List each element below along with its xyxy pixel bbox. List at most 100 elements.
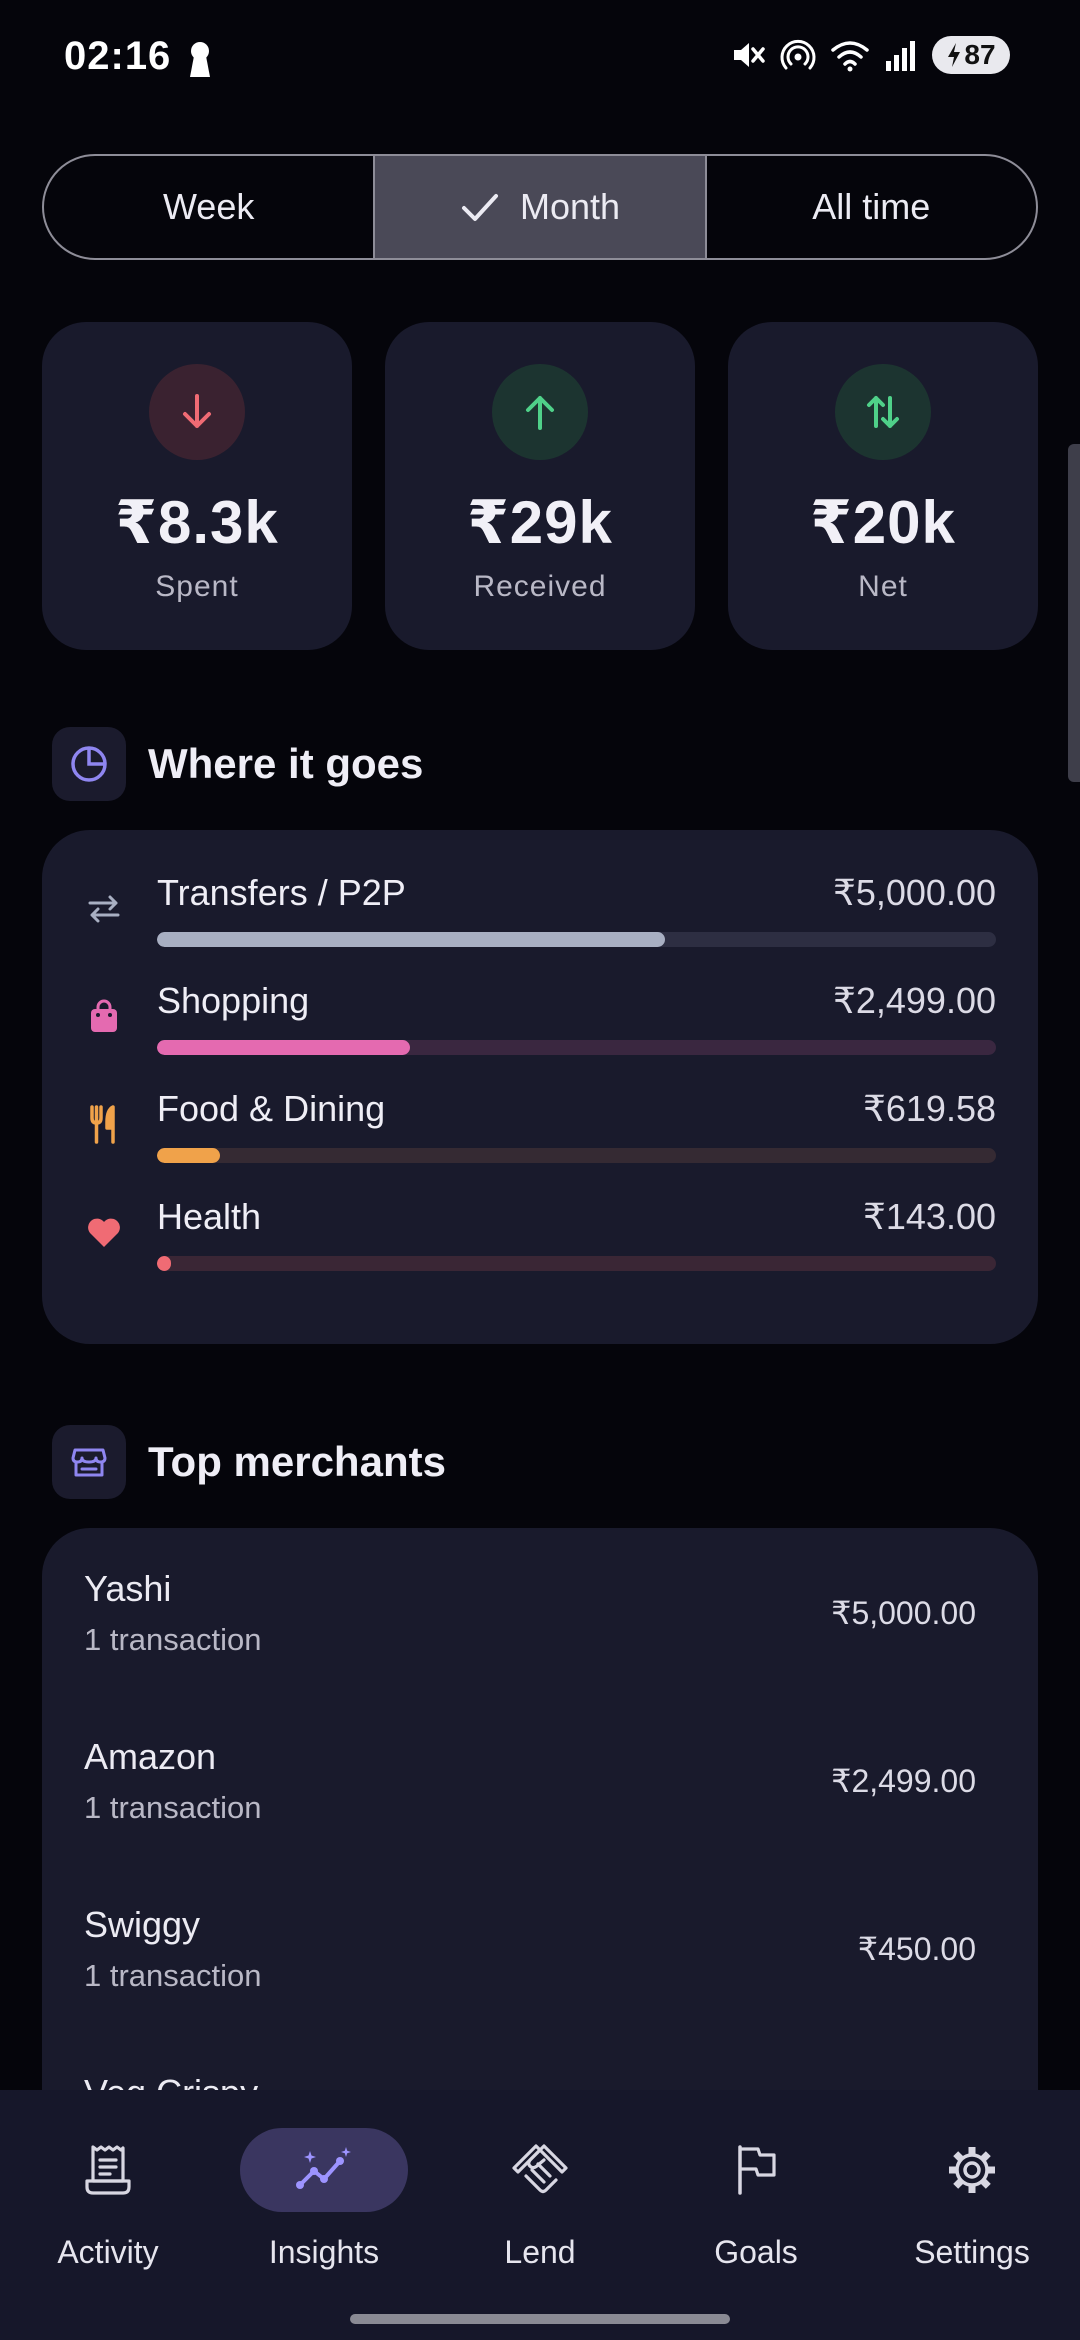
shopping-icon-box (84, 996, 124, 1036)
nav-activity-label: Activity (57, 2234, 159, 2270)
nav-settings[interactable]: Settings (872, 2128, 1072, 2271)
category-name: Transfers / P2P (157, 872, 406, 913)
transfer-icon (88, 895, 120, 923)
keyhole-icon (190, 42, 210, 77)
signal-icon (886, 41, 915, 71)
category-bar-fill (157, 1040, 411, 1055)
category-name: Shopping (157, 980, 310, 1021)
spent-label: Spent (155, 570, 239, 603)
net-icon-circle (835, 364, 931, 460)
spent-card[interactable]: ₹8.3k Spent (42, 322, 352, 650)
spent-value: ₹8.3k (115, 489, 279, 556)
insights-icon (296, 2147, 351, 2189)
nav-activity[interactable]: Activity (8, 2128, 208, 2271)
nav-goals-label: Goals (714, 2234, 798, 2270)
section-icon-box (52, 1425, 126, 1499)
hotspot-icon (780, 39, 816, 70)
category-breakdown: Transfers / P2P ₹5,000.00 Shopping ₹2,49… (42, 830, 1038, 1344)
shopping-bag-icon (91, 999, 117, 1032)
check-icon (461, 194, 498, 221)
net-label: Net (858, 570, 908, 603)
received-label: Received (473, 570, 607, 603)
tab-month[interactable]: Month (375, 156, 707, 258)
top-merchants-header: Top merchants (52, 1425, 446, 1499)
period-selector: Week Month All time (42, 154, 1038, 260)
category-row[interactable]: Shopping ₹2,499.00 (42, 980, 1038, 1088)
category-amount: ₹143.00 (862, 1196, 996, 1237)
status-bar: 02:16 87 (0, 0, 1080, 120)
received-value: ₹29k (467, 489, 613, 556)
where-it-goes-title: Where it goes (148, 740, 424, 787)
category-row[interactable]: Transfers / P2P ₹5,000.00 (42, 872, 1038, 980)
received-icon-circle (492, 364, 588, 460)
merchant-row[interactable]: Swiggy 1 transaction ₹450.00 (42, 1864, 1038, 2032)
tab-month-label: Month (519, 186, 621, 227)
arrows-up-down-icon (867, 396, 899, 428)
nav-lend-label: Lend (504, 2234, 576, 2270)
merchant-list: Yashi 1 transaction ₹5,000.00 Amazon 1 t… (42, 1528, 1038, 2148)
merchant-amount: ₹2,499.00 (831, 1763, 976, 1799)
merchant-row[interactable]: Amazon 1 transaction ₹2,499.00 (42, 1696, 1038, 1864)
transfer-icon-box (84, 888, 124, 928)
nav-insights-label: Insights (268, 2234, 380, 2270)
heart-icon (88, 1218, 120, 1247)
receipt-icon (85, 2145, 131, 2195)
received-card[interactable]: ₹29k Received (385, 322, 695, 650)
restaurant-icon (90, 1105, 115, 1144)
tab-week[interactable]: Week (44, 156, 376, 258)
nav-activity-pill (24, 2128, 192, 2212)
merchant-amount: ₹450.00 (857, 1931, 976, 1967)
nav-lend-pill (456, 2128, 624, 2212)
merchant-transaction-count: 1 transaction (84, 1958, 262, 1993)
category-name: Health (157, 1196, 262, 1237)
merchant-name: Yashi (84, 1568, 172, 1609)
category-bar-fill (157, 1256, 172, 1271)
category-amount: ₹5,000.00 (832, 872, 996, 913)
nav-lend[interactable]: Lend (440, 2128, 640, 2271)
wifi-icon (831, 41, 869, 72)
home-indicator[interactable] (350, 2314, 730, 2324)
merchant-row[interactable]: Yashi 1 transaction ₹5,000.00 (42, 1528, 1038, 1696)
category-row[interactable]: Health ₹143.00 (42, 1196, 1038, 1304)
nav-goals[interactable]: Goals (656, 2128, 856, 2271)
category-bar-fill (157, 932, 665, 947)
nav-goals-pill (672, 2128, 840, 2212)
net-value: ₹20k (810, 489, 956, 556)
status-icons: 87 (730, 36, 1010, 74)
storefront-icon (71, 1448, 107, 1477)
battery-indicator: 87 (932, 36, 1010, 74)
bottom-navigation: Activity Insights Lend Goals Settings (0, 2090, 1080, 2340)
tab-all-time[interactable]: All time (707, 156, 1036, 258)
health-icon-box (84, 1212, 124, 1252)
net-card[interactable]: ₹20k Net (728, 322, 1038, 650)
arrow-down-icon (183, 394, 211, 428)
status-time: 02:16 (64, 34, 172, 78)
handshake-icon (512, 2144, 568, 2194)
top-merchants-title: Top merchants (148, 1438, 446, 1485)
category-bar (157, 1040, 996, 1055)
summary-cards: ₹8.3k Spent ₹29k Received ₹20k Net (42, 322, 1038, 650)
tab-week-label: Week (162, 186, 255, 227)
merchant-transaction-count: 1 transaction (84, 1790, 262, 1825)
spent-icon-circle (149, 364, 245, 460)
category-row[interactable]: Food & Dining ₹619.58 (42, 1088, 1038, 1196)
pie-chart-icon (71, 746, 107, 782)
nav-settings-label: Settings (914, 2234, 1030, 2270)
arrow-up-icon (526, 396, 554, 430)
gear-icon (949, 2147, 995, 2193)
merchant-name: Amazon (84, 1736, 217, 1777)
food-icon-box (84, 1104, 124, 1144)
merchant-transaction-count: 1 transaction (84, 1622, 262, 1657)
merchant-name: Swiggy (84, 1904, 201, 1945)
section-icon-box (52, 727, 126, 801)
category-name: Food & Dining (157, 1088, 386, 1129)
scrollbar-thumb[interactable] (1068, 444, 1080, 782)
category-bar-fill (157, 1148, 220, 1163)
nav-insights-pill (240, 2128, 408, 2212)
charging-icon (948, 43, 961, 67)
nav-insights[interactable]: Insights (224, 2128, 424, 2271)
where-it-goes-header: Where it goes (52, 727, 423, 801)
category-bar (157, 1148, 996, 1163)
nav-settings-pill (888, 2128, 1056, 2212)
tab-all-time-label: All time (812, 186, 931, 227)
